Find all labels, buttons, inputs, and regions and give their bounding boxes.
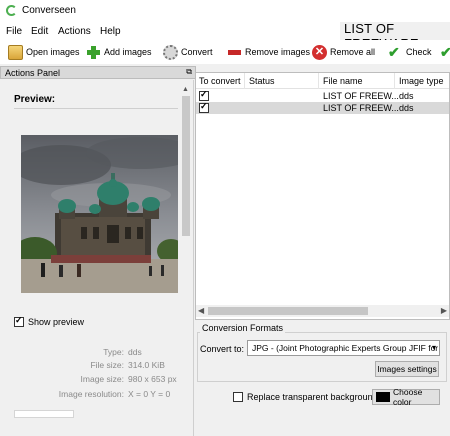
- actions-panel-title: Actions Panel: [5, 68, 61, 78]
- replace-transparent-option[interactable]: Replace transparent background: [233, 392, 378, 402]
- row-image-type: dds: [399, 103, 414, 113]
- row-image-type: dds: [399, 91, 414, 101]
- preview-image: [21, 135, 178, 293]
- open-images-button[interactable]: Open images: [8, 43, 80, 61]
- image-list[interactable]: To convert Status File name Image type L…: [195, 72, 450, 320]
- column-image-type[interactable]: Image type: [399, 76, 444, 86]
- info-row-file-size: File size: 314.0 KiB: [0, 360, 190, 372]
- menu-actions[interactable]: Actions: [58, 26, 91, 37]
- info-key: Type:: [103, 347, 124, 357]
- folder-icon: [8, 44, 23, 60]
- remove-all-icon: ✕: [312, 44, 327, 60]
- add-images-label: Add images: [104, 47, 152, 57]
- checkmark-icon: ✔: [388, 43, 400, 60]
- info-row-resolution: Image resolution: X = 0 Y = 0: [0, 389, 190, 401]
- add-images-button[interactable]: Add images: [86, 43, 152, 61]
- plus-icon: [86, 45, 101, 60]
- converseen-app-icon: [6, 5, 17, 16]
- image-list-horizontal-scrollbar[interactable]: ◀ ▶: [196, 305, 449, 317]
- row-convert-checkbox[interactable]: [199, 101, 209, 113]
- remove-all-button[interactable]: ✕ Remove all: [312, 43, 375, 61]
- image-list-header: To convert Status File name Image type: [196, 73, 449, 89]
- replace-transparent-label: Replace transparent background: [247, 392, 378, 402]
- gear-icon: [163, 44, 178, 60]
- row-file-name: LIST OF FREEW...: [323, 103, 399, 113]
- choose-color-button[interactable]: Choose color: [372, 387, 440, 407]
- color-swatch: [376, 392, 390, 402]
- row-file-name: LIST OF FREEW...: [323, 91, 399, 101]
- table-row[interactable]: LIST OF FREEW... dds: [196, 89, 449, 102]
- info-key: File size:: [90, 360, 124, 370]
- menu-help[interactable]: Help: [100, 26, 121, 37]
- conversion-divider: [200, 381, 440, 382]
- title-bar: Converseen: [0, 0, 450, 22]
- remove-all-label: Remove all: [330, 47, 376, 57]
- info-row-type: Type: dds: [0, 347, 190, 359]
- images-settings-button[interactable]: Images settings: [375, 361, 439, 377]
- remove-images-label: Remove images: [245, 47, 311, 57]
- actions-panel-header: Actions Panel ⧉: [0, 66, 196, 79]
- info-key: Image size:: [80, 374, 124, 384]
- chevron-down-icon: ▾: [431, 343, 436, 352]
- float-panel-icon[interactable]: ⧉: [186, 67, 192, 77]
- check-button[interactable]: ✔ Check: [388, 43, 432, 61]
- format-select[interactable]: JPG - (Joint Photographic Experts Group …: [247, 340, 440, 356]
- minus-icon: [227, 45, 242, 60]
- replace-transparent-checkbox[interactable]: [233, 392, 243, 402]
- collapsed-field: [14, 410, 74, 418]
- info-value: 980 x 653 px: [128, 374, 177, 384]
- open-images-label: Open images: [26, 47, 80, 57]
- scrollbar-thumb[interactable]: [182, 96, 190, 236]
- format-select-value: JPG - (Joint Photographic Experts Group …: [252, 343, 439, 353]
- convert-label: Convert: [181, 47, 213, 57]
- show-preview-option[interactable]: Show preview: [14, 315, 85, 327]
- info-value: 314.0 KiB: [128, 360, 165, 370]
- checkmark-icon: ✔: [440, 43, 450, 60]
- convert-button[interactable]: Convert: [163, 43, 213, 61]
- column-separator[interactable]: [318, 73, 319, 89]
- menu-bar: File Edit Actions Help: [0, 22, 340, 40]
- info-value: X = 0 Y = 0: [128, 389, 171, 399]
- show-preview-checkbox[interactable]: [14, 315, 24, 327]
- preview-heading: Preview:: [14, 94, 56, 105]
- remove-images-button[interactable]: Remove images: [227, 43, 310, 61]
- actions-panel: Preview: ▲ ✓ Show preview Type: dds File…: [0, 80, 194, 436]
- info-row-image-size: Image size: 980 x 653 px: [0, 374, 190, 386]
- info-key: Image resolution:: [58, 389, 124, 399]
- menu-edit[interactable]: Edit: [31, 26, 48, 37]
- scrollbar-thumb[interactable]: [208, 307, 368, 315]
- row-convert-checkbox[interactable]: [199, 89, 209, 101]
- window-title: Converseen: [22, 5, 76, 16]
- convert-to-label: Convert to:: [200, 344, 245, 354]
- column-to-convert[interactable]: To convert: [199, 76, 241, 86]
- column-file-name[interactable]: File name: [323, 76, 363, 86]
- uncheck-button[interactable]: ✔: [440, 43, 450, 61]
- scroll-right-icon[interactable]: ▶: [441, 306, 447, 315]
- check-label: Check: [406, 47, 432, 57]
- menu-file[interactable]: File: [6, 26, 22, 37]
- table-row[interactable]: LIST OF FREEW... dds: [196, 101, 449, 114]
- preview-divider: [14, 108, 178, 109]
- column-separator[interactable]: [244, 73, 245, 89]
- scroll-left-icon[interactable]: ◀: [198, 306, 204, 315]
- scroll-up-icon[interactable]: ▲: [182, 86, 189, 93]
- toolbar: Open images Add images Convert Remove im…: [0, 40, 450, 64]
- info-value: dds: [128, 347, 142, 357]
- column-separator[interactable]: [394, 73, 395, 89]
- show-preview-label: Show preview: [28, 317, 85, 327]
- choose-color-label: Choose color: [393, 387, 423, 407]
- conversion-formats-title: Conversion Formats: [200, 323, 286, 333]
- column-status[interactable]: Status: [249, 76, 275, 86]
